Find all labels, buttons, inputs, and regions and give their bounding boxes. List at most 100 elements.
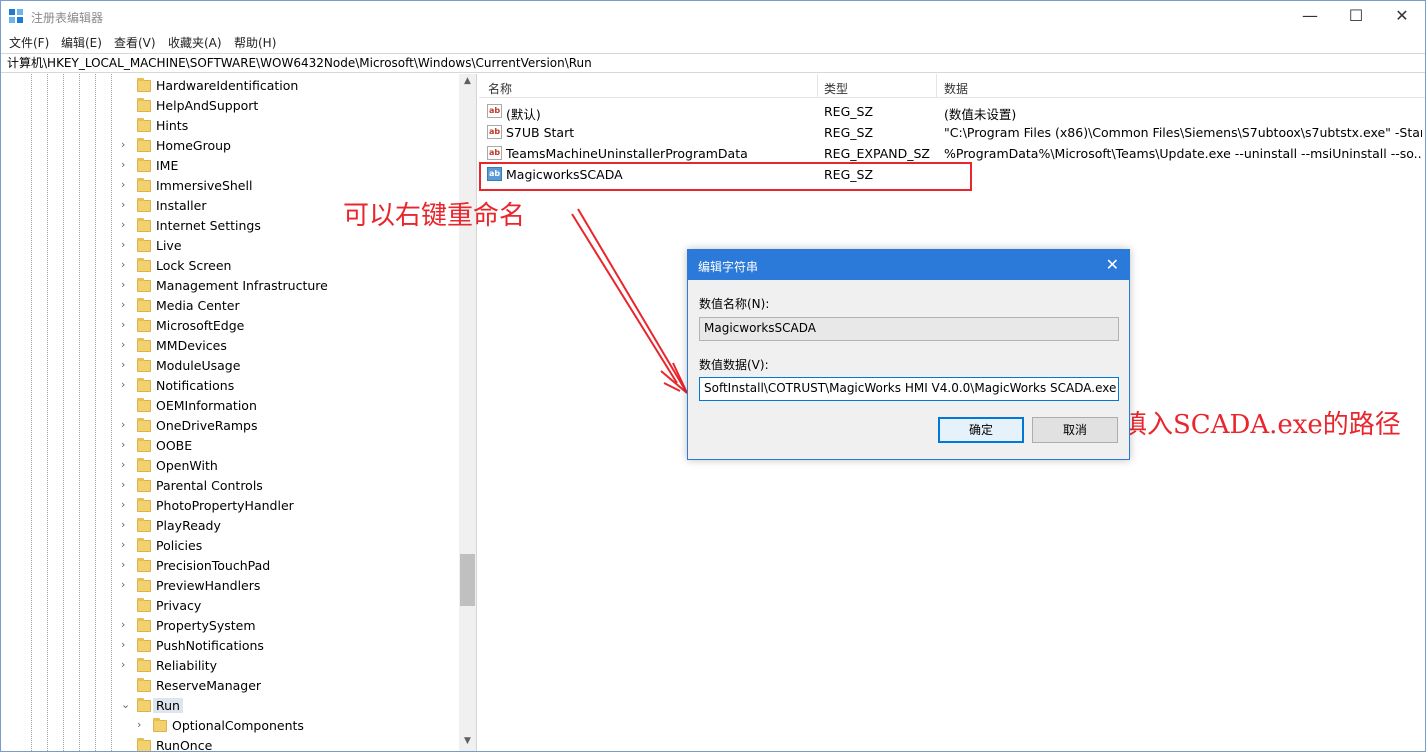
expand-chevron-icon[interactable]: › [121,158,131,171]
value-row[interactable]: ab TeamsMachineUninstallerProgramData RE… [479,143,1425,164]
tree-node[interactable]: HelpAndSupport [1,96,459,116]
tree-node[interactable]: › Lock Screen [1,256,459,276]
menu-favorites[interactable]: 收藏夹(A) [168,34,222,51]
tree-node[interactable]: › Policies [1,536,459,556]
tree-node[interactable]: › PrecisionTouchPad [1,556,459,576]
tree-node[interactable]: › PropertySystem [1,616,459,636]
tree-node[interactable]: › PreviewHandlers [1,576,459,596]
expand-chevron-icon[interactable]: › [121,258,131,271]
menu-file[interactable]: 文件(F) [9,34,49,51]
tree-node[interactable]: › ModuleUsage [1,356,459,376]
expand-chevron-icon[interactable]: › [121,498,131,511]
expand-chevron-icon[interactable]: › [137,718,147,731]
expand-chevron-icon[interactable]: › [121,178,131,191]
value-row[interactable]: ab S7UB Start REG_SZ "C:\Program Files (… [479,122,1425,143]
expand-chevron-icon[interactable]: › [121,538,131,551]
tree-node[interactable]: ReserveManager [1,676,459,696]
dialog-close-icon[interactable]: ✕ [1106,255,1119,274]
expand-chevron-icon[interactable]: › [121,338,131,351]
folder-icon [137,698,151,712]
expand-chevron-icon[interactable]: › [121,478,131,491]
expand-chevron-icon[interactable]: › [121,378,131,391]
tree-node-label: MMDevices [156,338,227,353]
expand-chevron-icon[interactable]: › [121,438,131,451]
column-data[interactable]: 数据 [944,80,968,97]
annotation-path-hint: 填入SCADA.exe的路径 [1121,410,1401,440]
value-name: (默认) [506,107,541,122]
tree-node[interactable]: › Management Infrastructure [1,276,459,296]
expand-chevron-icon[interactable]: › [121,238,131,251]
minimize-button[interactable]: — [1287,1,1333,31]
collapse-chevron-icon[interactable]: ⌄ [121,698,131,711]
menu-help[interactable]: 帮助(H) [234,34,276,51]
tree-node[interactable]: OEMInformation [1,396,459,416]
value-data-input[interactable]: SoftInstall\COTRUST\MagicWorks HMI V4.0.… [699,377,1119,401]
value-row[interactable]: ab (默认) REG_SZ (数值未设置) [479,101,1425,122]
tree-node[interactable]: › ImmersiveShell [1,176,459,196]
tree-node[interactable]: › HomeGroup [1,136,459,156]
expand-chevron-icon[interactable]: › [121,618,131,631]
menu-edit[interactable]: 编辑(E) [61,34,102,51]
scroll-down-icon[interactable]: ▼ [459,736,476,746]
column-type[interactable]: 类型 [824,80,848,97]
menu-view[interactable]: 查看(V) [114,34,156,51]
expand-chevron-icon[interactable]: › [121,198,131,211]
folder-icon [137,338,151,352]
expand-chevron-icon[interactable]: › [121,558,131,571]
expand-chevron-icon[interactable]: › [121,638,131,651]
cancel-button[interactable]: 取消 [1032,417,1118,443]
tree-node-label: IME [156,158,179,173]
tree-node-label: Run [153,698,183,713]
tree-node[interactable]: ⌄ Run [1,696,459,716]
tree-node[interactable]: › OptionalComponents [1,716,459,736]
value-name-field[interactable]: MagicworksSCADA [699,317,1119,341]
expand-chevron-icon[interactable]: › [121,658,131,671]
tree-scrollbar[interactable]: ▲ ▼ [459,74,476,751]
expand-chevron-icon[interactable]: › [121,218,131,231]
tree-node[interactable]: › Reliability [1,656,459,676]
column-name[interactable]: 名称 [488,80,512,97]
column-divider[interactable] [936,74,937,98]
tree-node[interactable]: › Live [1,236,459,256]
address-bar[interactable]: 计算机\HKEY_LOCAL_MACHINE\SOFTWARE\WOW6432N… [1,53,1425,73]
column-divider[interactable] [817,74,818,98]
close-button[interactable]: ✕ [1379,1,1425,31]
tree-node[interactable]: › PushNotifications [1,636,459,656]
tree-node[interactable]: › Parental Controls [1,476,459,496]
tree-node[interactable]: › Notifications [1,376,459,396]
title-bar: 注册表编辑器 — ☐ ✕ [1,1,1425,31]
folder-icon [137,518,151,532]
tree-node[interactable]: › Media Center [1,296,459,316]
expand-chevron-icon[interactable]: › [121,578,131,591]
tree-node[interactable]: › OneDriveRamps [1,416,459,436]
ok-button[interactable]: 确定 [938,417,1024,443]
maximize-button[interactable]: ☐ [1333,1,1379,31]
tree-node-label: OptionalComponents [172,718,304,733]
expand-chevron-icon[interactable]: › [121,518,131,531]
tree-node[interactable]: › IME [1,156,459,176]
expand-chevron-icon[interactable]: › [121,358,131,371]
expand-chevron-icon[interactable]: › [121,298,131,311]
expand-chevron-icon[interactable]: › [121,278,131,291]
tree-node[interactable]: › PhotoPropertyHandler [1,496,459,516]
tree-node[interactable]: Hints [1,116,459,136]
tree-node[interactable]: › MicrosoftEdge [1,316,459,336]
tree-node[interactable]: HardwareIdentification [1,76,459,96]
expand-chevron-icon[interactable]: › [121,418,131,431]
tree-node-label: HomeGroup [156,138,231,153]
value-data: %ProgramData%\Microsoft\Teams\Update.exe… [944,146,1422,161]
expand-chevron-icon[interactable]: › [121,138,131,151]
folder-icon [137,478,151,492]
tree-node[interactable]: › OpenWith [1,456,459,476]
folder-icon [137,418,151,432]
tree-node[interactable]: › PlayReady [1,516,459,536]
expand-chevron-icon[interactable]: › [121,318,131,331]
tree-node[interactable]: RunOnce [1,736,459,751]
tree-node[interactable]: › MMDevices [1,336,459,356]
tree-node[interactable]: Privacy [1,596,459,616]
scroll-up-icon[interactable]: ▲ [459,76,476,86]
tree-node-label: Hints [156,118,189,133]
scroll-thumb[interactable] [460,554,475,606]
tree-node[interactable]: › OOBE [1,436,459,456]
expand-chevron-icon[interactable]: › [121,458,131,471]
